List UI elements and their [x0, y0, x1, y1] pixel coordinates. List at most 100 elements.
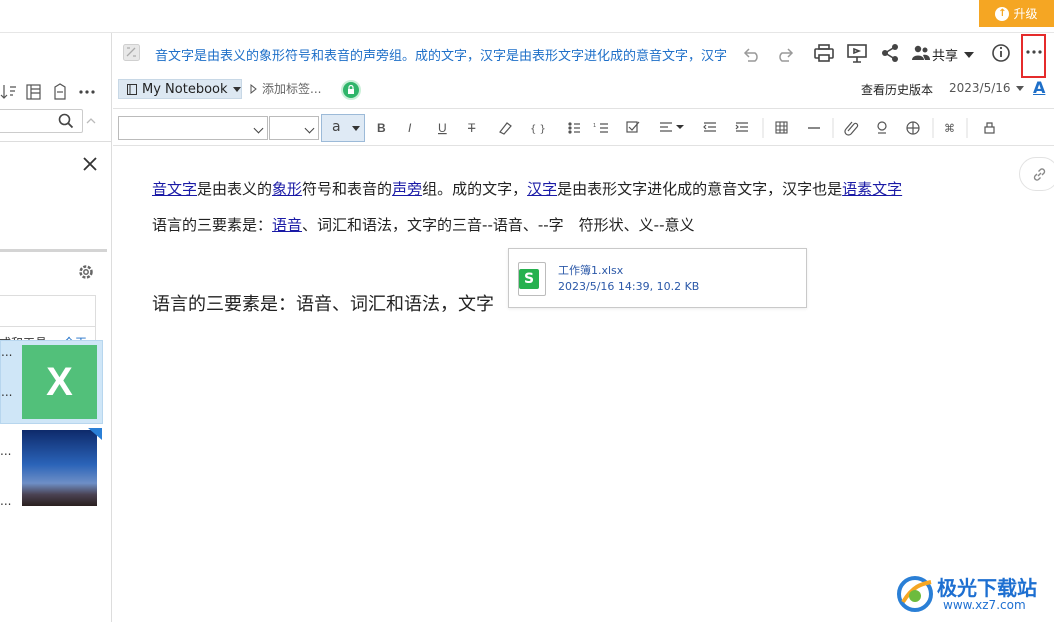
share-label: 共享: [932, 49, 959, 64]
upgrade-button[interactable]: ↑ 升级: [979, 0, 1054, 27]
strikethrough-icon[interactable]: T: [468, 121, 476, 135]
inline-link[interactable]: 语素文字: [842, 180, 902, 198]
format-painter-icon[interactable]: [984, 122, 995, 134]
present-icon[interactable]: [847, 44, 867, 63]
text-run: 语言的三要素是：: [152, 216, 273, 234]
watermark-url: www.xz7.com: [943, 598, 1026, 612]
bullet-list-icon[interactable]: [568, 122, 580, 134]
list-toolbar: [0, 81, 112, 103]
sync-status-icon[interactable]: [341, 80, 361, 100]
divider: [0, 326, 95, 327]
spreadsheet-file-icon: S: [518, 262, 546, 296]
users-icon: [912, 45, 930, 60]
attachment-meta: 2023/5/16 14:39, 10.2 KB: [558, 280, 700, 293]
text-run: 组。成的文字，: [422, 180, 528, 198]
share-button[interactable]: 共享: [932, 45, 975, 64]
mind-map-icon[interactable]: [906, 121, 920, 135]
text-run: 、词汇和语法，文字的三音--语音、--字 符形状、义--意义: [302, 216, 695, 234]
inline-link[interactable]: 语音: [272, 216, 302, 234]
chevron-down-icon: [304, 123, 315, 134]
notebook-icon: [127, 83, 137, 95]
collapse-arrow-icon[interactable]: [86, 117, 96, 125]
notebook-name: My Notebook: [142, 81, 228, 97]
highlight-box: [1021, 34, 1046, 78]
chevron-down-icon: [964, 51, 975, 58]
print-icon[interactable]: [814, 44, 834, 62]
paragraph-1[interactable]: 音文字是由表义的象形符号和表音的声旁组。成的文字，汉字是由表形文字进化成的意音文…: [152, 178, 902, 199]
text-color-label: a: [332, 119, 341, 135]
italic-icon[interactable]: I: [408, 121, 412, 135]
undo-icon[interactable]: [743, 48, 758, 62]
site-logo-icon: [897, 576, 933, 612]
link-icon: [1033, 168, 1046, 181]
command-icon[interactable]: ⌘: [944, 122, 955, 135]
date-selector[interactable]: 2023/5/16: [949, 81, 1024, 95]
inline-link[interactable]: 汉字: [527, 180, 557, 198]
share-nodes-icon[interactable]: [882, 44, 898, 62]
copy-link-button[interactable]: [1019, 157, 1054, 191]
watermark-title: 极光下载站: [937, 576, 1037, 600]
font-size-select[interactable]: [269, 116, 319, 140]
info-icon[interactable]: [992, 44, 1010, 62]
top-bar: [0, 0, 1054, 33]
chevron-down-icon: [1015, 85, 1024, 91]
text-run: 是由表义的: [197, 180, 273, 198]
note-list-pane: 式和工具... 今天: [0, 33, 112, 622]
svg-text:1: 1: [593, 123, 596, 129]
attachment-card[interactable]: S 工作簿1.xlsx 2023/5/16 14:39, 10.2 KB: [508, 248, 807, 308]
code-icon[interactable]: { }: [530, 124, 546, 135]
close-icon[interactable]: [83, 157, 97, 171]
note-title[interactable]: 音文字是由表义的象形符号和表音的声旁组。成的文字，汉字是由表形文字进化成的意音文…: [155, 45, 735, 64]
text-run: 是由表形文字进化成的意音文字，汉字也是: [557, 180, 843, 198]
numbered-list-icon[interactable]: 1: [593, 123, 608, 133]
font-format-toggle[interactable]: A: [1033, 78, 1045, 97]
note-snippet: ...: [0, 444, 12, 458]
note-snippet: ...: [1, 385, 13, 399]
highlighter-icon[interactable]: [499, 122, 512, 135]
attachment-name: 工作簿1.xlsx: [558, 264, 624, 277]
note-type-icon: [123, 44, 140, 61]
align-icon[interactable]: [660, 122, 684, 132]
underline-icon[interactable]: U: [438, 121, 447, 135]
paragraph-3[interactable]: 语言的三要素是：语音、词汇和语法，文字: [152, 290, 494, 316]
chevron-down-icon: [352, 126, 360, 131]
divider: [0, 141, 112, 142]
watermark: 极光下载站 www.xz7.com: [895, 572, 1050, 616]
search-input[interactable]: [0, 109, 83, 133]
inline-link[interactable]: 声旁: [392, 180, 422, 198]
inline-link[interactable]: 象形: [272, 180, 302, 198]
view-layout-icon[interactable]: [26, 84, 41, 100]
paragraph-2[interactable]: 语言的三要素是：语音、词汇和语法，文字的三音--语音、--字 符形状、义--意义: [152, 214, 695, 235]
file-badge: S: [519, 269, 539, 289]
outdent-icon[interactable]: [703, 122, 716, 132]
text-run: 符号和表音的: [302, 180, 393, 198]
notebook-selector[interactable]: My Notebook: [118, 79, 242, 99]
history-versions-link[interactable]: 查看历史版本: [861, 81, 933, 98]
text-color-button[interactable]: a: [321, 114, 365, 142]
sort-icon[interactable]: [0, 85, 16, 99]
chevron-down-icon: [232, 86, 241, 92]
upgrade-label: 升级: [1013, 7, 1038, 21]
table-icon[interactable]: [775, 121, 788, 134]
search-icon: [58, 113, 74, 129]
indent-icon[interactable]: [735, 122, 748, 132]
pane-splitter[interactable]: [0, 249, 107, 252]
notebook-icon[interactable]: [54, 83, 66, 100]
chevron-down-icon: [253, 123, 264, 134]
font-family-select[interactable]: [118, 116, 268, 140]
add-tag-input[interactable]: 添加标签...: [262, 80, 321, 97]
attachment-icon[interactable]: [844, 121, 859, 136]
tag-icon: [250, 84, 257, 94]
more-icon[interactable]: [79, 90, 95, 94]
gear-icon[interactable]: [77, 263, 95, 281]
redo-icon[interactable]: [779, 48, 794, 62]
upgrade-arrow-icon: ↑: [995, 6, 1010, 21]
note-date: 2023/5/16: [949, 81, 1011, 95]
bold-icon[interactable]: B: [377, 121, 386, 135]
checkbox-icon[interactable]: [626, 121, 640, 133]
note-snippet: ...: [1, 345, 13, 359]
photo-thumbnail: [22, 430, 97, 506]
stamp-icon[interactable]: [877, 121, 887, 134]
note-snippet: ...: [0, 494, 12, 508]
inline-link[interactable]: 音文字: [152, 180, 197, 198]
